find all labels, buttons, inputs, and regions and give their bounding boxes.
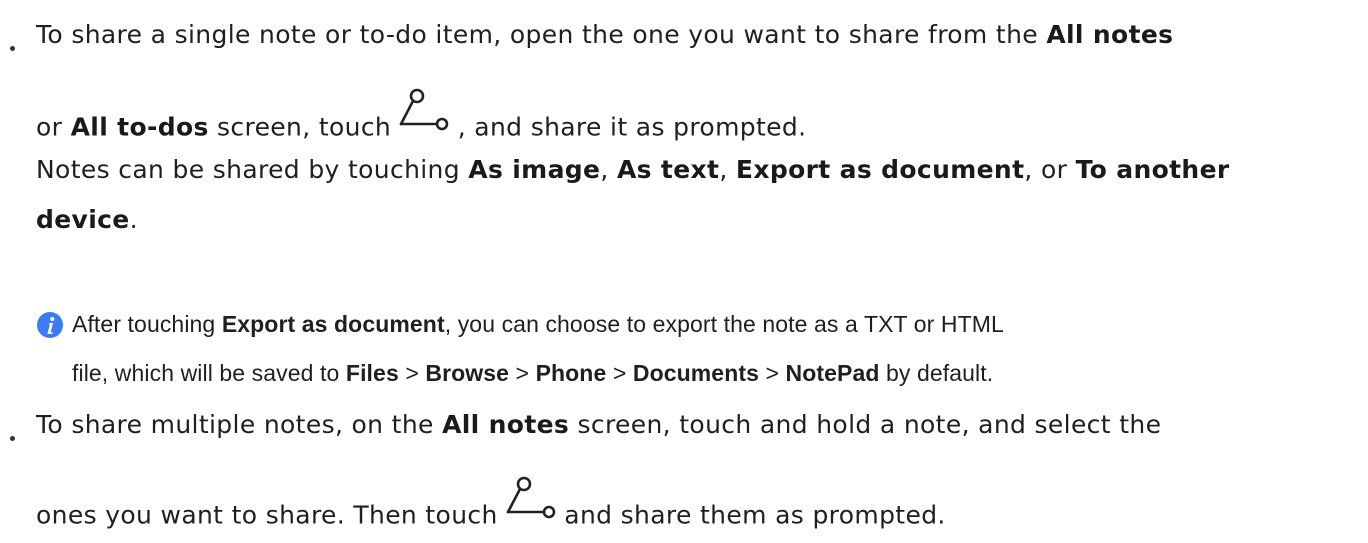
bullet1-line4: device. [36,205,138,234]
share-icon [399,88,449,141]
bullet2-line2: ones you want to share. Then touch and s… [36,476,946,543]
bullet-marker [10,436,15,441]
bullet1-line2: or All to-dos screen, touch , and share … [36,88,806,155]
bullet2-line1: To share multiple notes, on the All note… [36,410,1162,439]
note-line1: After touching Export as document, you c… [72,311,1004,337]
document-page: To share a single note or to-do item, op… [0,0,1368,530]
share-icon [506,476,556,529]
info-icon [37,312,63,338]
bullet-marker [10,46,15,51]
note-line2: file, which will be saved to Files > Bro… [72,360,994,386]
bullet1-line1: To share a single note or to-do item, op… [36,20,1174,49]
bullet1-line3: Notes can be shared by touching As image… [36,155,1230,184]
